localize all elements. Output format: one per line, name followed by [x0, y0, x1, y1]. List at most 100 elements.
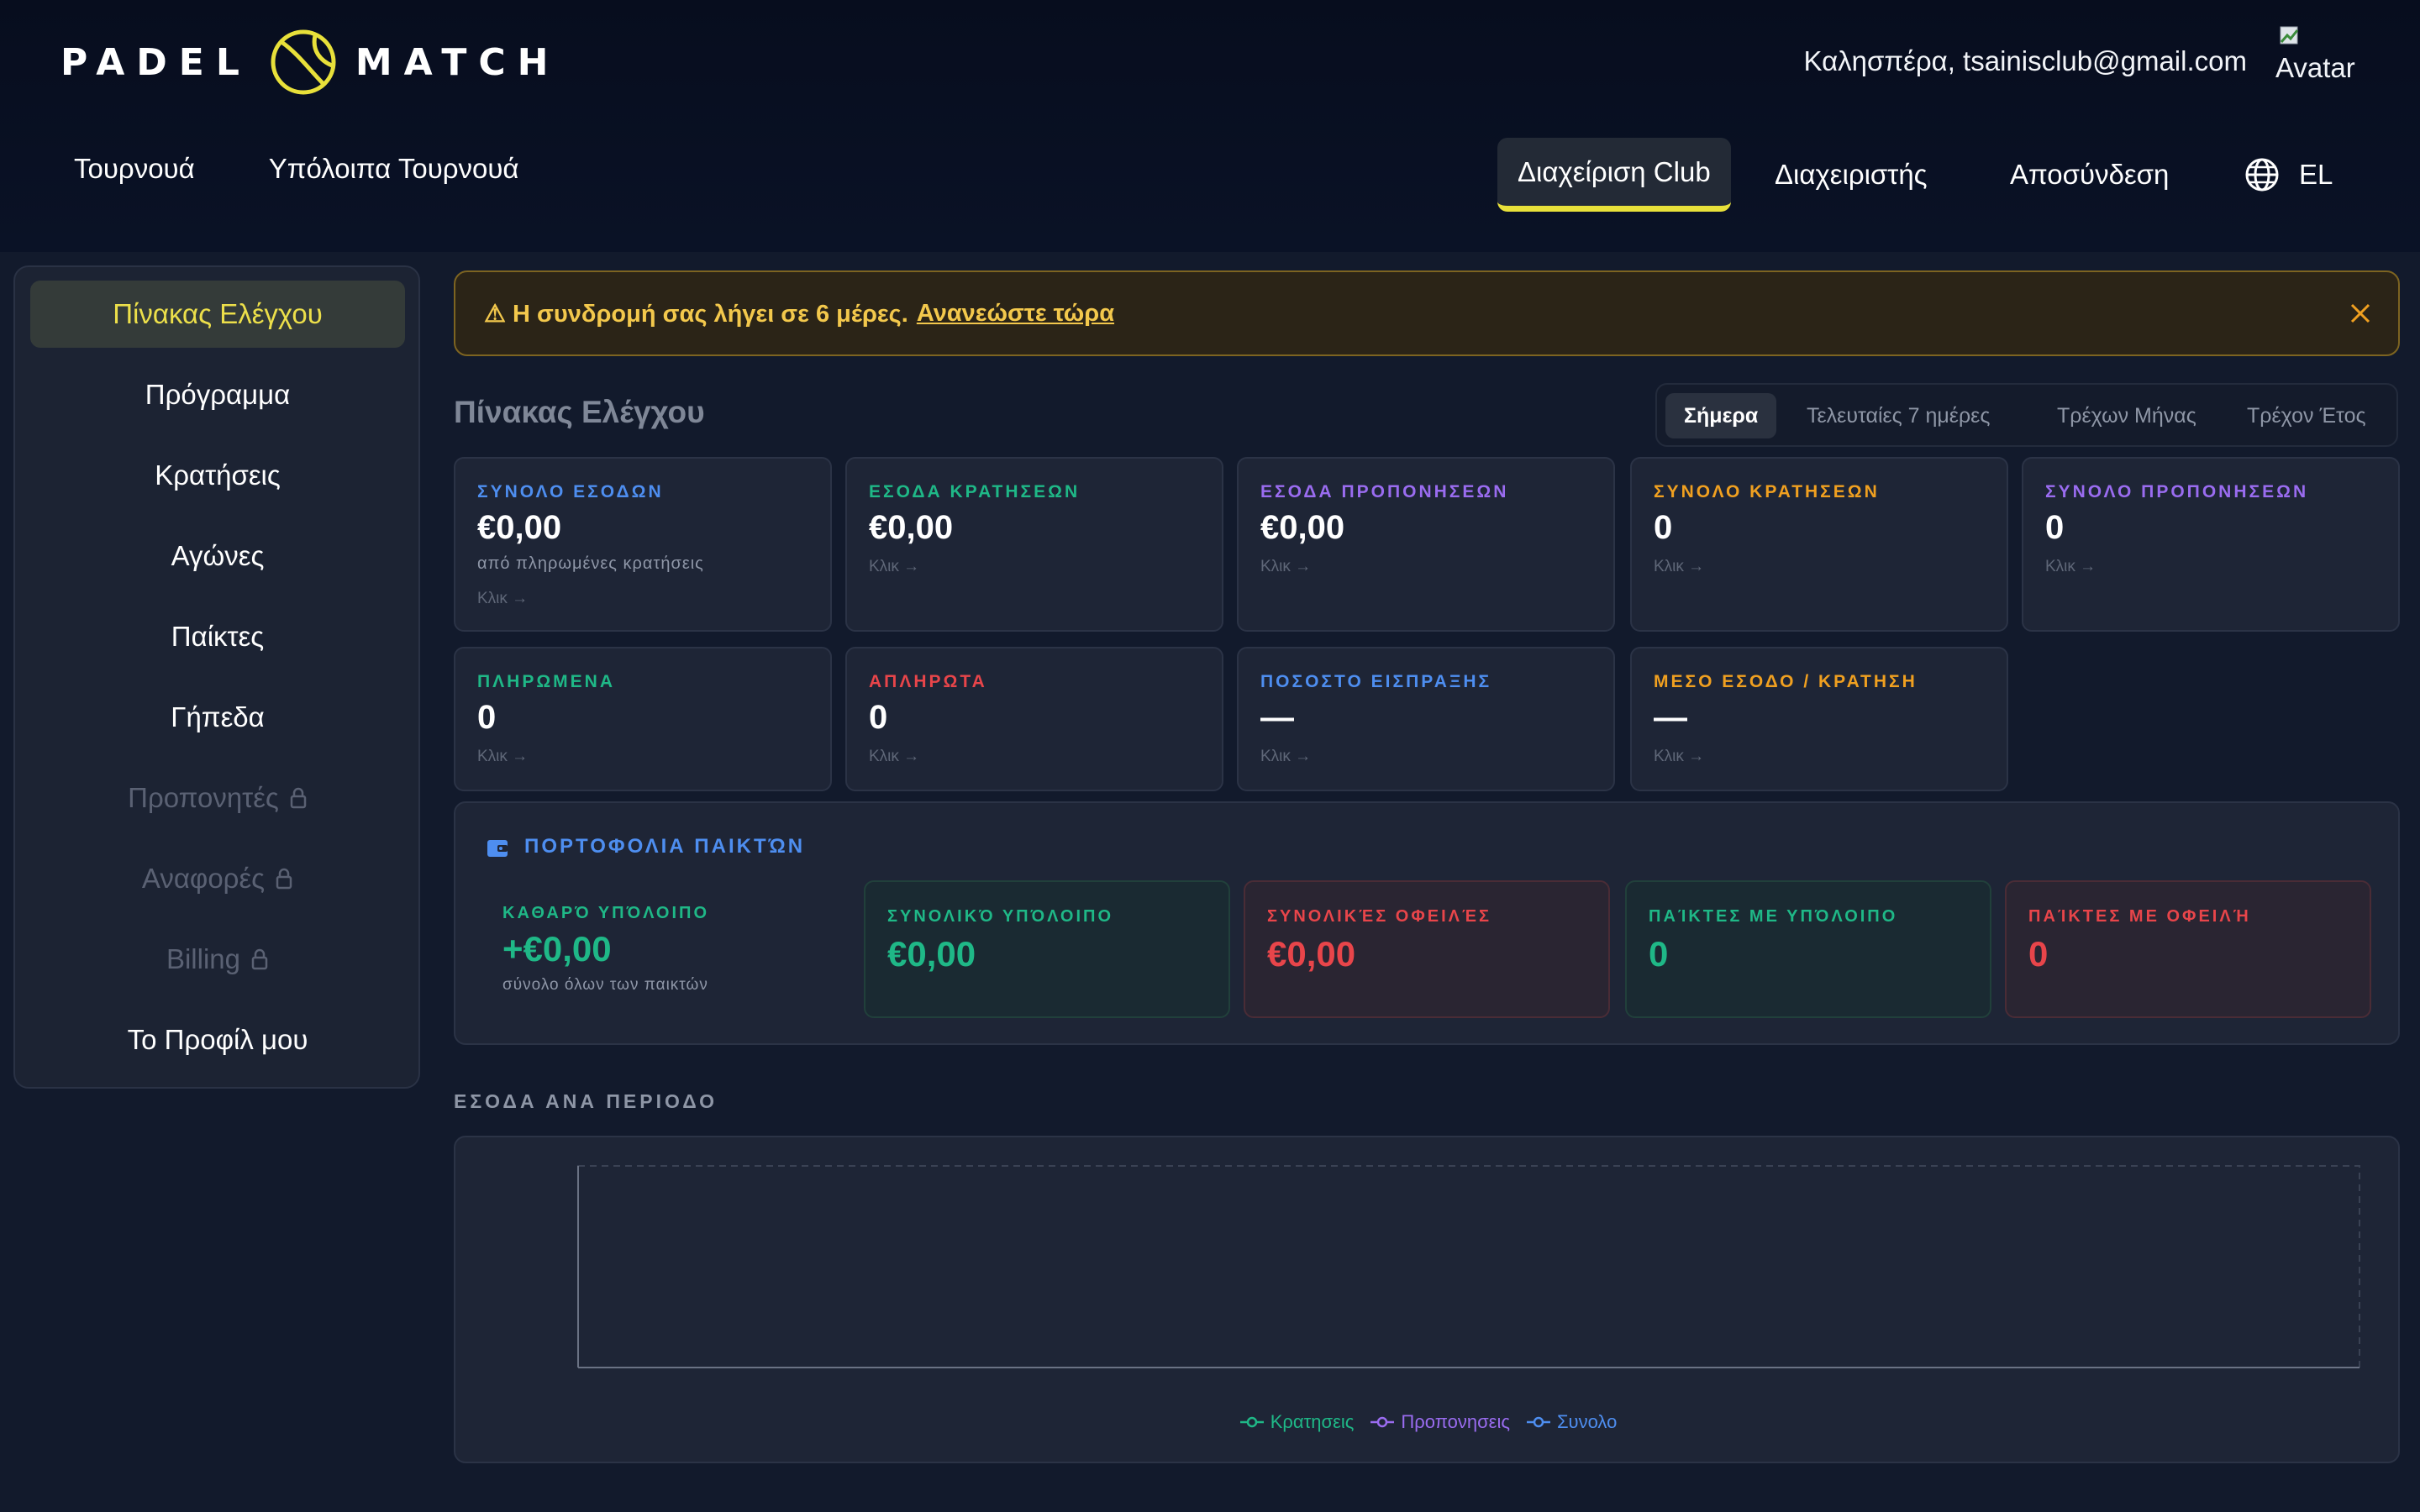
card-click-link[interactable]: Κλικ → — [1654, 558, 1704, 576]
tab-current-year[interactable]: Τρέχον Έτος — [2247, 393, 2366, 438]
card-label: ΠΛΗΡΩΜΕΝΑ — [477, 672, 616, 691]
legend-label: Συνολο — [1556, 1411, 1618, 1432]
card-paid[interactable]: ΠΛΗΡΩΜΕΝΑ 0 Κλικ → — [454, 647, 832, 791]
chart-grid — [577, 1165, 2360, 1368]
box-label: ΣΥΝΟΛΙΚΌ ΥΠΌΛΟΙΠΟ — [887, 907, 1114, 926]
revenue-chart-title: ΕΣΟΔΑ ΑΝΑ ΠΕΡΙΟΔΟ — [454, 1090, 718, 1112]
sidebar-item-coaches[interactable]: Προπονητές — [30, 764, 405, 832]
tab-last-7-days[interactable]: Τελευταίες 7 ημέρες — [1807, 393, 1990, 438]
legend-item[interactable]: Κρατησεις — [1239, 1411, 1355, 1433]
card-click-link[interactable]: Κλικ → — [869, 558, 919, 576]
legend-marker-icon — [1239, 1416, 1264, 1428]
renew-link[interactable]: Ανανεώστε τώρα — [917, 300, 1114, 328]
revenue-chart: Κρατησεις Προπονησεις Συνολο — [454, 1136, 2400, 1463]
box-label: ΠΑΊΚΤΕΣ ΜΕ ΥΠΌΛΟΙΠΟ — [1649, 907, 1898, 926]
nav-tournaments[interactable]: Τουρνουά — [74, 153, 195, 185]
avatar[interactable]: Avatar — [2275, 24, 2355, 87]
players-with-balance-box: ΠΑΊΚΤΕΣ ΜΕ ΥΠΌΛΟΙΠΟ 0 — [1625, 880, 1991, 1018]
main-nav-left: Τουρνουά Υπόλοιπα Τουρνουά — [74, 153, 519, 185]
wallet-icon — [487, 840, 508, 857]
globe-icon — [2245, 158, 2279, 192]
language-label: EL — [2299, 159, 2333, 190]
card-click-link[interactable]: Κλικ → — [2045, 558, 2096, 576]
card-value: €0,00 — [477, 509, 562, 546]
lock-icon — [276, 868, 292, 890]
sidebar-item-reports[interactable]: Αναφορές — [30, 845, 405, 912]
legend-item[interactable]: Προπονησεις — [1370, 1411, 1510, 1433]
player-wallets-panel: ΠΟΡΤΟΦΟΛΙΑ ΠΑΙΚΤΏΝ ΚΑΘΑΡΌ ΥΠΌΛΟΙΠΟ +€0,0… — [454, 801, 2400, 1045]
card-label: ΕΣΟΔΑ ΚΡΑΤΗΣΕΩΝ — [869, 482, 1081, 501]
language-switcher[interactable]: EL — [2244, 138, 2333, 212]
card-subtitle: από πληρωμένες κρατήσεις — [477, 554, 704, 573]
banner-text: ⚠ Η συνδρομή σας λήγει σε 6 μέρες. — [484, 300, 908, 328]
sidebar-item-players[interactable]: Παίκτες — [30, 603, 405, 670]
card-value: €0,00 — [869, 509, 954, 546]
legend-label: Κρατησεις — [1270, 1411, 1355, 1432]
net-balance-label: ΚΑΘΑΡΌ ΥΠΌΛΟΙΠΟ — [502, 904, 710, 922]
sidebar-item-profile[interactable]: Το Προφίλ μου — [30, 1006, 405, 1074]
broken-image-icon — [2280, 26, 2299, 45]
card-click-link[interactable]: Κλικ → — [1654, 748, 1704, 766]
sidebar: Πίνακας Ελέγχου Πρόγραμμα Κρατήσεις Αγών… — [13, 265, 420, 1089]
legend-marker-icon — [1370, 1416, 1395, 1428]
card-value: €0,00 — [1260, 509, 1345, 546]
nav-other-tournaments[interactable]: Υπόλοιπα Τουρνουά — [269, 153, 519, 185]
card-training-revenue[interactable]: ΕΣΟΔΑ ΠΡΟΠΟΝΗΣΕΩΝ €0,00 Κλικ → — [1237, 457, 1615, 632]
card-click-link[interactable]: Κλικ → — [1260, 558, 1311, 576]
card-label: ΣΥΝΟΛΟ ΠΡΟΠΟΝΗΣΕΩΝ — [2045, 482, 2309, 501]
period-tabs: Σήμερα Τελευταίες 7 ημέρες Τρέχων Μήνας … — [1655, 383, 2398, 447]
card-value: 0 — [477, 699, 497, 736]
box-value: 0 — [2028, 934, 2049, 974]
net-balance-value: +€0,00 — [502, 929, 612, 969]
card-click-link[interactable]: Κλικ → — [869, 748, 919, 766]
net-balance-subtitle: σύνολο όλων των παικτών — [502, 976, 708, 994]
card-total-trainings[interactable]: ΣΥΝΟΛΟ ΠΡΟΠΟΝΗΣΕΩΝ 0 Κλικ → — [2022, 457, 2400, 632]
sidebar-item-matches[interactable]: Αγώνες — [30, 522, 405, 590]
user-greeting: Καλησπέρα, tsainisclub@gmail.com — [1803, 45, 2247, 76]
card-click-link[interactable]: Κλικ → — [477, 748, 528, 766]
card-click-link[interactable]: Κλικ → — [1260, 748, 1311, 766]
total-debts-box: ΣΥΝΟΛΙΚΈΣ ΟΦΕΙΛΈΣ €0,00 — [1244, 880, 1610, 1018]
legend-label: Προπονησεις — [1401, 1411, 1510, 1432]
card-total-revenue[interactable]: ΣΥΝΟΛΟ ΕΣΟΔΩΝ €0,00 από πληρωμένες κρατή… — [454, 457, 832, 632]
card-label: ΣΥΝΟΛΟ ΕΣΟΔΩΝ — [477, 482, 664, 501]
box-value: €0,00 — [1267, 934, 1356, 974]
tab-today[interactable]: Σήμερα — [1665, 393, 1777, 438]
sidebar-item-dashboard[interactable]: Πίνακας Ελέγχου — [30, 281, 405, 348]
card-booking-revenue[interactable]: ΕΣΟΔΑ ΚΡΑΤΗΣΕΩΝ €0,00 Κλικ → — [845, 457, 1223, 632]
card-label: ΑΠΛΗΡΩΤΑ — [869, 672, 987, 691]
box-label: ΠΑΊΚΤΕΣ ΜΕ ΟΦΕΙΛΉ — [2028, 907, 2251, 926]
players-with-debt-box: ΠΑΊΚΤΕΣ ΜΕ ΟΦΕΙΛΉ 0 — [2005, 880, 2371, 1018]
logo-text-left: PADEL — [60, 40, 251, 84]
card-label: ΣΥΝΟΛΟ ΚΡΑΤΗΣΕΩΝ — [1654, 482, 1880, 501]
legend-item[interactable]: Συνολο — [1526, 1411, 1618, 1433]
nav-club-management[interactable]: Διαχείριση Club — [1497, 138, 1731, 212]
sidebar-item-label: Billing — [166, 943, 241, 974]
sidebar-item-label: Αναφορές — [141, 863, 266, 894]
logo-text-right: MATCH — [355, 40, 560, 84]
nav-admin[interactable]: Διαχειριστής — [1775, 138, 1928, 212]
sidebar-item-bookings[interactable]: Κρατήσεις — [30, 442, 405, 509]
card-click-link[interactable]: Κλικ → — [477, 590, 528, 608]
avatar-alt-text: Avatar — [2275, 52, 2355, 83]
top-header: PADEL MATCH Καλησπέρα, tsainisclub@gmail… — [0, 0, 2420, 252]
box-value: €0,00 — [887, 934, 976, 974]
close-icon[interactable] — [2348, 301, 2373, 326]
box-value: 0 — [1649, 934, 1669, 974]
total-balance-box: ΣΥΝΟΛΙΚΌ ΥΠΌΛΟΙΠΟ €0,00 — [864, 880, 1230, 1018]
page-title: Πίνακας Ελέγχου — [454, 395, 705, 429]
tab-current-month[interactable]: Τρέχων Μήνας — [2057, 393, 2196, 438]
card-total-bookings[interactable]: ΣΥΝΟΛΟ ΚΡΑΤΗΣΕΩΝ 0 Κλικ → — [1630, 457, 2008, 632]
sidebar-item-courts[interactable]: Γήπεδα — [30, 684, 405, 751]
card-unpaid[interactable]: ΑΠΛΗΡΩΤΑ 0 Κλικ → — [845, 647, 1223, 791]
card-avg-revenue-per-booking[interactable]: ΜΕΣΟ ΕΣΟΔΟ / ΚΡΑΤΗΣΗ — Κλικ → — [1630, 647, 2008, 791]
nav-logout[interactable]: Αποσύνδεση — [2010, 138, 2169, 212]
sidebar-item-billing[interactable]: Billing — [30, 926, 405, 993]
card-collection-rate[interactable]: ΠΟΣΟΣΤΟ ΕΙΣΠΡΑΞΗΣ — Κλικ → — [1237, 647, 1615, 791]
card-label: ΕΣΟΔΑ ΠΡΟΠΟΝΗΣΕΩΝ — [1260, 482, 1509, 501]
card-value: 0 — [2045, 509, 2065, 546]
sidebar-item-schedule[interactable]: Πρόγραμμα — [30, 361, 405, 428]
card-label: ΜΕΣΟ ΕΣΟΔΟ / ΚΡΑΤΗΣΗ — [1654, 672, 1918, 691]
padel-match-logo[interactable]: PADEL MATCH — [60, 27, 560, 97]
card-value: — — [1260, 699, 1294, 736]
